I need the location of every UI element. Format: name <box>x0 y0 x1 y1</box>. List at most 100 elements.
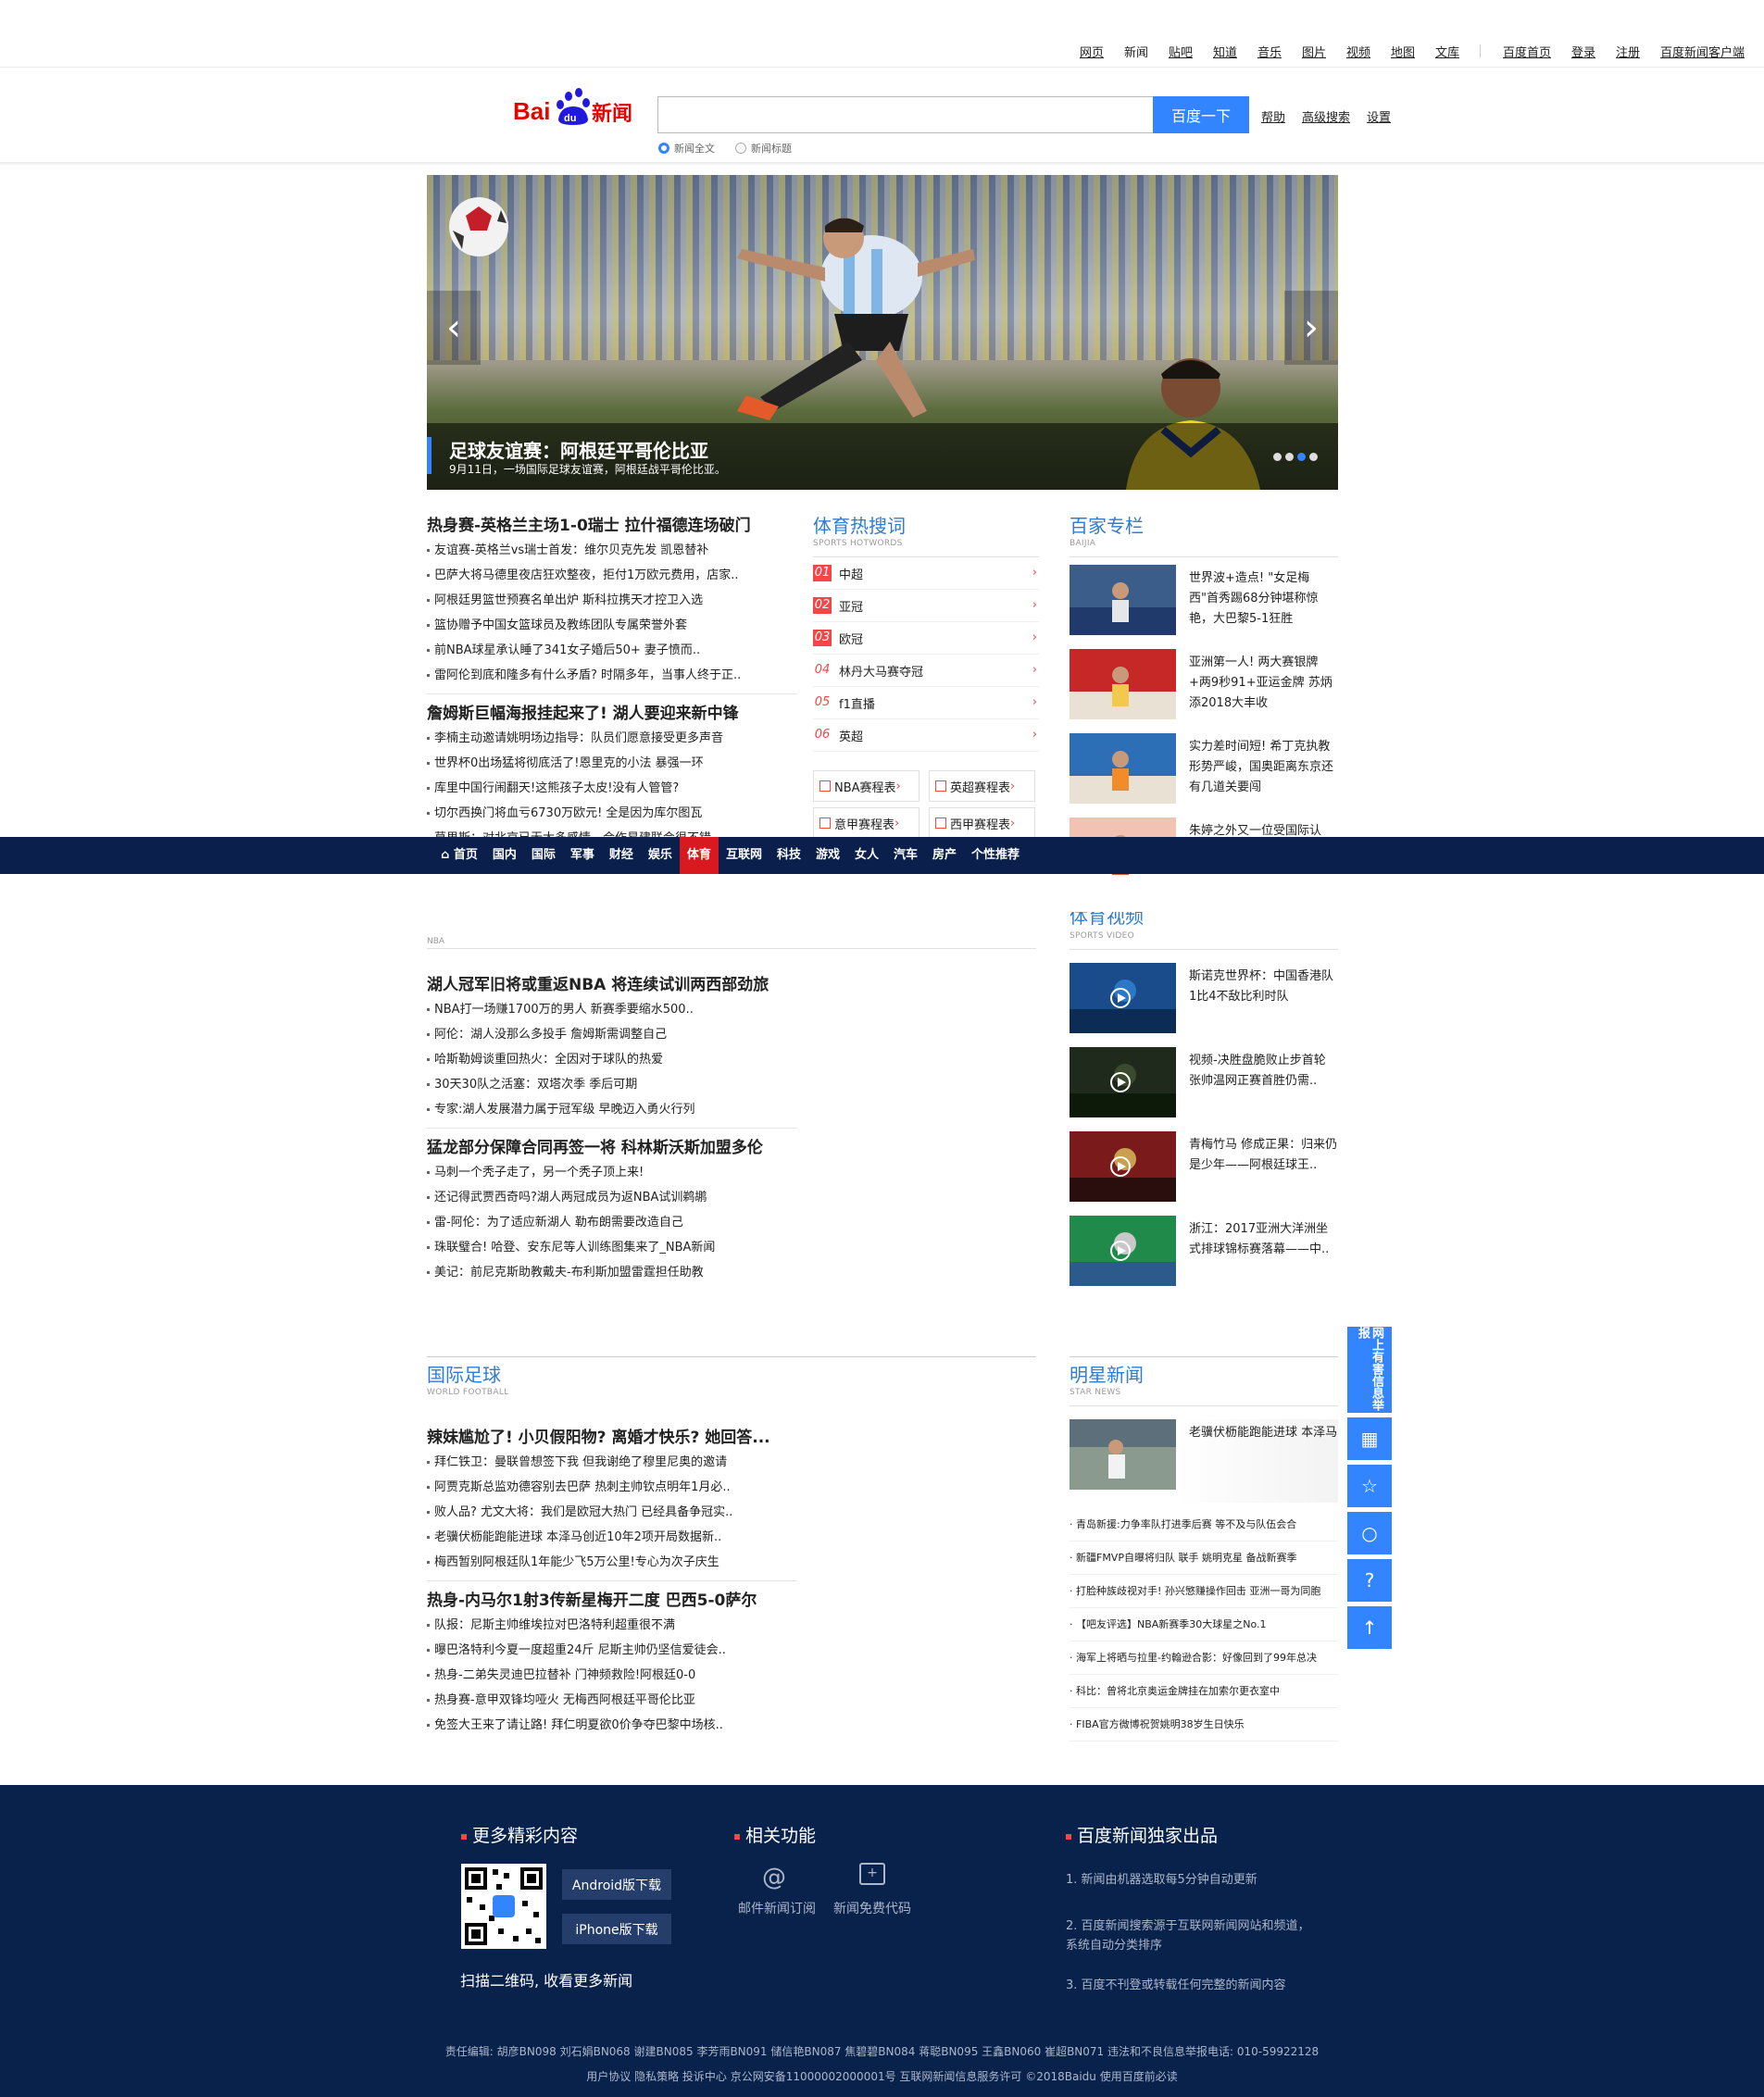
nba-news-item[interactable]: 哈斯勒姆谈重回热火：全因对于球队的热爱 <box>427 1047 797 1072</box>
channel-item[interactable]: 女人 <box>847 837 886 874</box>
carousel-dot[interactable] <box>1285 453 1294 461</box>
channel-item[interactable]: 国内 <box>485 837 524 874</box>
top-nav-right-link[interactable]: 百度首页 <box>1503 43 1551 60</box>
channel-item[interactable]: 汽车 <box>886 837 925 874</box>
nba-news-item[interactable]: 专家:湖人发展潜力属于冠军级 早晚迈入勇火行列 <box>427 1097 797 1122</box>
radio-full-text[interactable] <box>658 143 669 154</box>
star-news-item[interactable]: · 青岛新援:力争率队打进季后赛 等不及与队伍会合 <box>1070 1508 1338 1542</box>
top-news-item[interactable]: 巴萨大将马德里夜店狂欢整夜，拒付1万欧元费用，店家.. <box>427 563 797 588</box>
baidu-news-logo[interactable]: Bai du 新闻 <box>512 84 642 132</box>
star-news-item[interactable]: · 【吧友评选】NBA新赛季30大球星之No.1 <box>1070 1608 1338 1641</box>
world-football-news-headline[interactable]: 辣妹尴尬了! 小贝假阳物? 离婚才快乐? 她回答... <box>427 1426 797 1450</box>
world-football-news-item[interactable]: 曝巴洛特利今夏一度超重24斤 尼斯主帅仍坚信爱徒会.. <box>427 1638 797 1663</box>
schedule-link[interactable]: NBA赛程表 › <box>813 770 920 802</box>
star-news-item[interactable]: · 科比：曾将北京奥运金牌挂在加索尔更衣室中 <box>1070 1675 1338 1708</box>
android-download-button[interactable]: Android版下载 <box>562 1869 671 1900</box>
video-card[interactable]: 视频-决胜盘脆败止步首轮 张帅温网正赛首胜仍需.. <box>1070 1047 1338 1131</box>
world-football-news-item[interactable]: 热身赛-意甲双锋均哑火 无梅西阿根廷平哥伦比亚 <box>427 1688 797 1713</box>
radio-title[interactable] <box>735 143 746 154</box>
channel-item[interactable]: 娱乐 <box>641 837 680 874</box>
advanced-search-link[interactable]: 高级搜索 <box>1302 107 1350 125</box>
hotword-item[interactable]: 02 亚冠 › <box>813 590 1039 622</box>
help-link[interactable]: 帮助 <box>1261 107 1285 125</box>
top-nav-link[interactable]: 知道 <box>1213 43 1257 60</box>
hotword-item[interactable]: 05 f1直播 › <box>813 687 1039 719</box>
iphone-download-button[interactable]: iPhone版下载 <box>562 1914 671 1944</box>
channel-item[interactable]: 房产 <box>925 837 964 874</box>
video-card[interactable]: 青梅竹马 修成正果：归来仍是少年——阿根廷球王.. <box>1070 1131 1338 1216</box>
schedule-link[interactable]: 意甲赛程表 › <box>813 807 920 839</box>
schedule-link[interactable]: 西甲赛程表 › <box>929 807 1035 839</box>
channel-item[interactable]: 军事 <box>563 837 602 874</box>
channel-item[interactable]: 科技 <box>769 837 808 874</box>
carousel-prev-button[interactable]: ‹ <box>427 291 481 365</box>
headline-carousel[interactable]: 足球友谊赛：阿根廷平哥伦比亚 9月11日，一场国际足球友谊赛，阿根廷战平哥伦比亚… <box>427 175 1338 490</box>
video-card[interactable]: 浙江：2017亚洲大洋洲坐式排球锦标赛落幕——中.. <box>1070 1216 1338 1300</box>
schedule-link[interactable]: 英超赛程表 › <box>929 770 1035 802</box>
hotword-item[interactable]: 01 中超 › <box>813 557 1039 590</box>
star-feature-card[interactable]: 老骥伏枥能跑能进球 本泽马 <box>1070 1419 1338 1503</box>
world-football-news-item[interactable]: 老骥伏枥能跑能进球 本泽马创近10年2项开局数据新.. <box>427 1525 797 1550</box>
nba-news-headline[interactable]: 湖人冠军旧将或重返NBA 将连续试训两西部劲旅 <box>427 973 797 997</box>
carousel-dot[interactable] <box>1273 453 1282 461</box>
top-news-item[interactable]: 雷阿伦到底和隆多有什么矛盾? 时隔多年，当事人终于正.. <box>427 663 797 688</box>
world-football-news-item[interactable]: 败人品? 尤文大将：我们是欧冠大热门 已经具备争冠实.. <box>427 1500 797 1525</box>
nba-news-item[interactable]: 阿伦：湖人没那么多投手 詹姆斯需调整自己 <box>427 1022 797 1047</box>
baijia-card[interactable]: 亚洲第一人! 两大赛银牌+两9秒91+亚运金牌 苏炳添2018大丰收 <box>1070 649 1338 733</box>
hotword-item[interactable]: 06 英超 › <box>813 719 1039 752</box>
world-football-news-item[interactable]: 队报：尼斯主帅维埃拉对巴洛特利超重很不满 <box>427 1613 797 1638</box>
top-news-item[interactable]: 世界杯0出场猛将彻底活了!恩里克的小法 暴强一环 <box>427 751 797 776</box>
carousel-dot[interactable] <box>1297 453 1306 461</box>
channel-item[interactable]: 财经 <box>602 837 641 874</box>
nba-news-item[interactable]: 美记：前尼克斯助教戴夫-布利斯加盟雷霆担任助教 <box>427 1260 797 1285</box>
top-nav-link[interactable]: 视频 <box>1346 43 1391 60</box>
top-news-item[interactable]: 切尔西换门将血亏6730万欧元! 全是因为库尔图瓦 <box>427 801 797 826</box>
settings-link[interactable]: 设置 <box>1367 107 1391 125</box>
top-nav-link[interactable]: 音乐 <box>1257 43 1302 60</box>
carousel-title[interactable]: 足球友谊赛：阿根廷平哥伦比亚 <box>449 436 708 463</box>
top-nav-link[interactable]: 网页 <box>1080 43 1124 60</box>
back-to-top-button[interactable]: ↑ <box>1347 1606 1392 1649</box>
top-news-item[interactable]: 前NBA球星承认睡了341女子婚后50+ 妻子愤而.. <box>427 638 797 663</box>
top-news-item[interactable]: 库里中国行闹翻天!这熊孩子太皮!没有人管管? <box>427 776 797 801</box>
top-nav-right-link[interactable]: 注册 <box>1616 43 1640 60</box>
world-football-news-item[interactable]: 拜仁铁卫：曼联曾想签下我 但我谢绝了穆里尼奥的邀请 <box>427 1450 797 1475</box>
nba-news-item[interactable]: 30天30队之活塞：双塔次季 季后可期 <box>427 1072 797 1097</box>
star-news-item[interactable]: · 打脸种族歧视对手! 孙兴慜赚操作回击 亚洲一哥为同胞 <box>1070 1575 1338 1608</box>
nba-news-item[interactable]: 还记得武贾西奇吗?湖人两冠成员为返NBA试训鹈鹕 <box>427 1185 797 1210</box>
top-news-item[interactable]: 李楠主动邀请姚明场边指导：队员们愿意接受更多声音 <box>427 726 797 751</box>
star-news-item[interactable]: · FIBA官方微博祝贺姚明38岁生日快乐 <box>1070 1708 1338 1741</box>
star-news-item[interactable]: · 海军上将晒与拉里-约翰逊合影：好像回到了99年总决 <box>1070 1641 1338 1675</box>
report-button[interactable]: 网上有害信息举报 <box>1347 1327 1392 1413</box>
channel-item[interactable]: 游戏 <box>808 837 847 874</box>
top-nav-link[interactable]: 图片 <box>1302 43 1346 60</box>
baijia-card[interactable]: 世界波+造点! "女足梅西"首秀踢68分钟堪称惊艳，大巴黎5-1狂胜 <box>1070 565 1338 649</box>
channel-item[interactable]: 互联网 <box>719 837 769 874</box>
world-football-news-item[interactable]: 免签大王来了请让路! 拜仁明夏欲0价争夺巴黎中场核.. <box>427 1713 797 1738</box>
hotword-item[interactable]: 03 欧冠 › <box>813 622 1039 655</box>
star-news-item[interactable]: · 新疆FMVP自曝将归队 联手 姚明克星 备战新赛季 <box>1070 1542 1338 1575</box>
top-nav-link[interactable]: 文库 <box>1435 43 1480 60</box>
top-news-item[interactable]: 篮协赠予中国女篮球员及教练团队专属荣誉外套 <box>427 613 797 638</box>
top-nav-right-link[interactable]: 登录 <box>1571 43 1595 60</box>
baijia-card[interactable]: 实力差时间短! 希丁克执教形势严峻，国奥距离东京还有几道关要闯 <box>1070 733 1338 818</box>
free-code-link[interactable]: 新闻免费代码 <box>833 1899 911 1917</box>
nba-news-headline[interactable]: 猛龙部分保障合同再签一将 科林斯沃斯加盟多伦 <box>427 1136 797 1160</box>
top-nav-link[interactable]: 新闻 <box>1124 43 1169 60</box>
top-news-item[interactable]: 阿根廷男篮世预赛名单出炉 斯科拉携天才控卫入选 <box>427 588 797 613</box>
world-football-news-item[interactable]: 阿贾克斯总监劝德容别去巴萨 热刺主帅钦点明年1月必.. <box>427 1475 797 1500</box>
channel-item[interactable]: 国际 <box>524 837 563 874</box>
channel-item[interactable]: ⌂ 首页 <box>433 837 485 874</box>
nba-news-item[interactable]: 马刺一个秃子走了，另一个秃子顶上来! <box>427 1160 797 1185</box>
world-football-news-headline[interactable]: 热身-内马尔1射3传新星梅开二度 巴西5-0萨尔 <box>427 1589 797 1613</box>
nba-news-item[interactable]: 雷-阿伦：为了适应新湖人 勒布朗需要改造自己 <box>427 1210 797 1235</box>
nba-news-item[interactable]: 珠联璧合! 哈登、安东尼等人训练图集来了_NBA新闻 <box>427 1235 797 1260</box>
qr-button[interactable]: ▦ <box>1347 1417 1392 1460</box>
world-football-news-item[interactable]: 梅西暂别阿根廷队1年能少飞5万公里!专心为次子庆生 <box>427 1550 797 1575</box>
top-news-headline[interactable]: 热身赛-英格兰主场1-0瑞士 拉什福德连场破门 <box>427 514 797 538</box>
top-nav-link[interactable]: 贴吧 <box>1169 43 1213 60</box>
carousel-next-button[interactable]: › <box>1284 291 1338 365</box>
world-football-news-item[interactable]: 热身-二弟失灵迪巴拉替补 门神频救险!阿根廷0-0 <box>427 1663 797 1688</box>
search-button[interactable]: 百度一下 <box>1153 96 1249 133</box>
search-input[interactable] <box>657 96 1153 133</box>
